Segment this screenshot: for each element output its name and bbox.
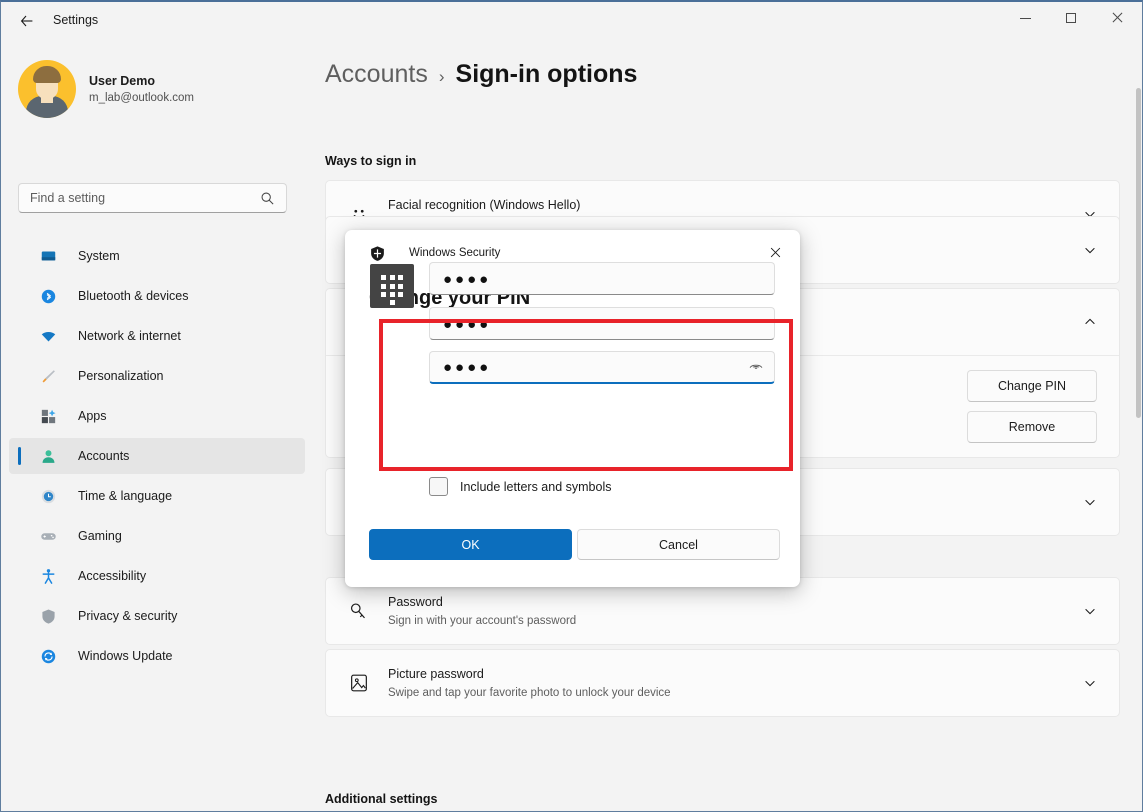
settings-window: Settings User Demo m_lab@outlook.com [0,0,1143,812]
section-heading-ways-to-sign-in: Ways to sign in [325,154,416,168]
avatar [18,60,76,118]
dialog-app-title: Windows Security [409,247,500,259]
card-title: Picture password [388,665,671,684]
close-icon [769,246,782,259]
card-title: Facial recognition (Windows Hello) [388,196,603,215]
shield-icon [368,244,386,262]
back-arrow-icon [19,13,35,29]
search-box[interactable] [18,183,287,213]
card-picture-password[interactable]: Picture password Swipe and tap your favo… [325,649,1120,717]
card-subtitle: Swipe and tap your favorite photo to unl… [388,684,671,702]
chevron-down-icon[interactable] [1083,676,1097,690]
profile-name: User Demo [89,72,194,90]
sidebar-item-network-internet[interactable]: Network & internet [9,318,305,354]
person-icon [39,447,57,465]
sidebar-item-label: Privacy & security [41,609,177,623]
content-scrollbar[interactable] [1136,88,1141,798]
cancel-button[interactable]: Cancel [577,529,780,560]
clock-icon [39,487,57,505]
accessibility-icon [39,567,57,585]
sidebar: User Demo m_lab@outlook.com System Blueto… [2,40,312,812]
search-input[interactable] [19,191,260,205]
sidebar-item-windows-update[interactable]: Windows Update [9,638,305,674]
remove-pin-button[interactable]: Remove [967,411,1097,443]
ok-button[interactable]: OK [369,529,572,560]
apps-icon [39,407,57,425]
app-title: Settings [53,13,98,27]
breadcrumb-separator: › [439,67,445,87]
shield-icon [39,607,57,625]
annotation-highlight-rectangle [379,319,793,471]
include-letters-label: Include letters and symbols [460,480,611,494]
sidebar-item-privacy-security[interactable]: Privacy & security [9,598,305,634]
sidebar-item-accounts[interactable]: Accounts [9,438,305,474]
include-letters-checkbox[interactable] [429,477,448,496]
profile-email: m_lab@outlook.com [89,90,194,107]
sidebar-item-label: Windows Update [41,649,173,663]
pin-keypad-icon [370,264,414,308]
card-title: Password [388,593,576,612]
current-pin-value: ●●●● [443,271,764,287]
sidebar-item-gaming[interactable]: Gaming [9,518,305,554]
chevron-down-icon[interactable] [1083,495,1097,509]
change-pin-dialog: Windows Security Change your PIN ●●●● [345,230,800,587]
update-icon [39,647,57,665]
chevron-up-icon[interactable] [1083,315,1097,329]
card-password[interactable]: Password Sign in with your account's pas… [325,577,1120,645]
key-icon [344,600,374,622]
user-profile[interactable]: User Demo m_lab@outlook.com [18,60,194,118]
close-icon [1111,12,1123,24]
search-icon [260,191,286,206]
monitor-icon [39,247,57,265]
sidebar-nav: System Bluetooth & devices Network & inter… [9,238,305,678]
section-heading-additional-settings: Additional settings [325,792,438,806]
sidebar-item-label: Personalization [41,369,163,383]
sidebar-item-personalization[interactable]: Personalization [9,358,305,394]
gamepad-icon [39,527,57,545]
page-title: Sign-in options [456,60,638,89]
chevron-down-icon[interactable] [1083,243,1097,257]
include-letters-row[interactable]: Include letters and symbols [429,477,611,496]
sidebar-item-time-language[interactable]: Time & language [9,478,305,514]
bluetooth-icon [39,287,57,305]
sidebar-item-apps[interactable]: Apps [9,398,305,434]
sidebar-item-bluetooth-devices[interactable]: Bluetooth & devices [9,278,305,314]
back-button[interactable] [14,9,40,33]
breadcrumb: Accounts › Sign-in options [325,60,637,89]
card-row[interactable]: Picture password Swipe and tap your favo… [326,650,1119,716]
paintbrush-icon [39,367,57,385]
change-pin-button[interactable]: Change PIN [967,370,1097,402]
maximize-icon [1066,13,1076,23]
scrollbar-thumb[interactable] [1136,88,1141,418]
maximize-button[interactable] [1048,2,1094,34]
current-pin-field[interactable]: ●●●● [429,262,775,295]
sidebar-item-label: Network & internet [41,329,181,343]
close-window-button[interactable] [1094,2,1140,34]
minimize-icon [1020,18,1031,19]
breadcrumb-parent[interactable]: Accounts [325,60,428,89]
sidebar-item-label: Time & language [41,489,172,503]
title-bar: Settings [1,2,1142,40]
card-row[interactable]: Password Sign in with your account's pas… [326,578,1119,644]
card-subtitle: Sign in with your account's password [388,612,576,630]
minimize-button[interactable] [1002,2,1048,34]
sidebar-item-label: Bluetooth & devices [41,289,189,303]
sidebar-item-accessibility[interactable]: Accessibility [9,558,305,594]
sidebar-item-system[interactable]: System [9,238,305,274]
chevron-down-icon[interactable] [1083,604,1097,618]
picture-icon [344,672,374,694]
wifi-icon [39,327,57,345]
